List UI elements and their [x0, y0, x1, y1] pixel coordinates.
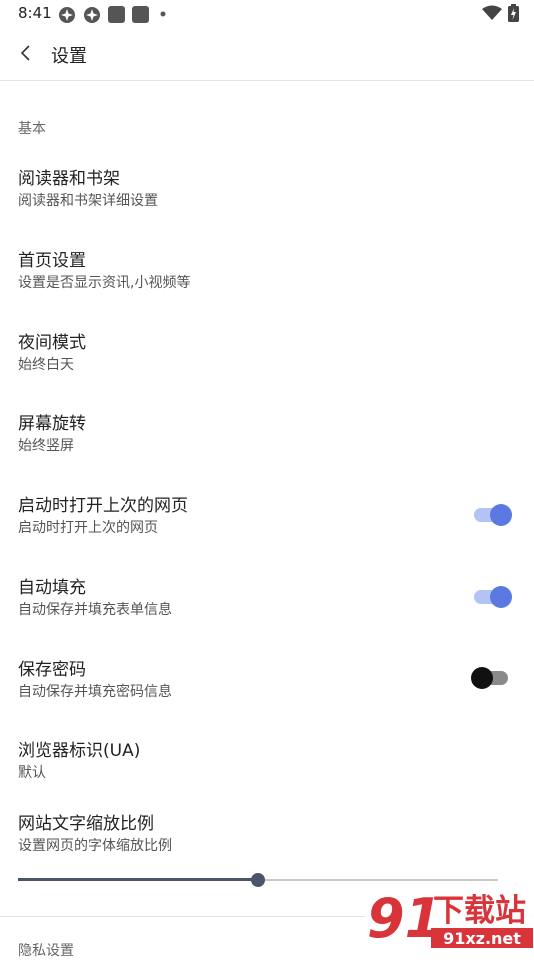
more-notifications-dot-icon — [160, 11, 166, 17]
setting-user-agent[interactable]: 浏览器标识(UA) 默认 — [0, 736, 534, 806]
toggle-knob — [490, 504, 512, 526]
setting-homepage[interactable]: 首页设置 设置是否显示资讯,小视频等 — [0, 246, 534, 316]
setting-title: 夜间模式 — [18, 333, 86, 353]
toggle-knob — [471, 667, 493, 689]
restore-last-page-toggle[interactable] — [474, 502, 512, 526]
watermark-logo: 91 下载站 91xz.net — [365, 885, 534, 950]
setting-subtitle: 设置网页的字体缩放比例 — [18, 838, 172, 854]
toggle-knob — [490, 586, 512, 608]
slider-fill — [18, 878, 258, 881]
section-header-basic: 基本 — [18, 121, 46, 137]
setting-subtitle: 启动时打开上次的网页 — [18, 520, 158, 536]
page-title: 设置 — [51, 46, 87, 67]
back-button[interactable] — [12, 39, 40, 67]
setting-subtitle: 设置是否显示资讯,小视频等 — [18, 275, 191, 291]
setting-reader-bookshelf[interactable]: 阅读器和书架 阅读器和书架详细设置 — [0, 164, 534, 234]
setting-text-scale: 网站文字缩放比例 设置网页的字体缩放比例 — [0, 809, 534, 879]
setting-title: 阅读器和书架 — [18, 169, 120, 189]
chevron-left-icon — [20, 45, 30, 61]
setting-subtitle: 自动保存并填充表单信息 — [18, 602, 172, 618]
wifi-icon — [482, 5, 502, 20]
save-password-toggle[interactable] — [471, 665, 512, 689]
app-notification-icon — [84, 7, 100, 23]
setting-title: 启动时打开上次的网页 — [18, 496, 188, 516]
setting-restore-last-page[interactable]: 启动时打开上次的网页 启动时打开上次的网页 — [0, 491, 534, 561]
app-notification-icon — [132, 6, 149, 23]
setting-title: 首页设置 — [18, 251, 86, 271]
status-bar: 8:41 — [0, 0, 534, 28]
setting-subtitle: 始终竖屏 — [18, 438, 74, 454]
setting-subtitle: 阅读器和书架详细设置 — [18, 193, 158, 209]
setting-subtitle: 自动保存并填充密码信息 — [18, 684, 172, 700]
autofill-toggle[interactable] — [474, 584, 512, 608]
section-header-privacy: 隐私设置 — [18, 943, 74, 959]
setting-title: 保存密码 — [18, 660, 86, 680]
setting-screen-rotation[interactable]: 屏幕旋转 始终竖屏 — [0, 409, 534, 479]
setting-save-password[interactable]: 保存密码 自动保存并填充密码信息 — [0, 655, 534, 725]
app-notification-icon — [59, 7, 75, 23]
setting-title: 浏览器标识(UA) — [18, 741, 141, 761]
setting-night-mode[interactable]: 夜间模式 始终白天 — [0, 328, 534, 398]
status-time: 8:41 — [18, 4, 52, 22]
slider-thumb[interactable] — [251, 873, 265, 887]
setting-title: 网站文字缩放比例 — [18, 814, 154, 834]
setting-title: 屏幕旋转 — [18, 414, 86, 434]
watermark-brand: 下载站 — [433, 893, 526, 929]
setting-title: 自动填充 — [18, 578, 86, 598]
setting-subtitle: 始终白天 — [18, 357, 74, 373]
app-notification-icon — [108, 6, 125, 23]
app-bar: 设置 — [0, 28, 534, 81]
battery-charging-icon — [508, 4, 519, 22]
watermark-logo-mark: 91 — [367, 887, 442, 950]
setting-subtitle: 默认 — [18, 765, 46, 781]
setting-autofill[interactable]: 自动填充 自动保存并填充表单信息 — [0, 573, 534, 643]
watermark-domain: 91xz.net — [443, 929, 521, 948]
